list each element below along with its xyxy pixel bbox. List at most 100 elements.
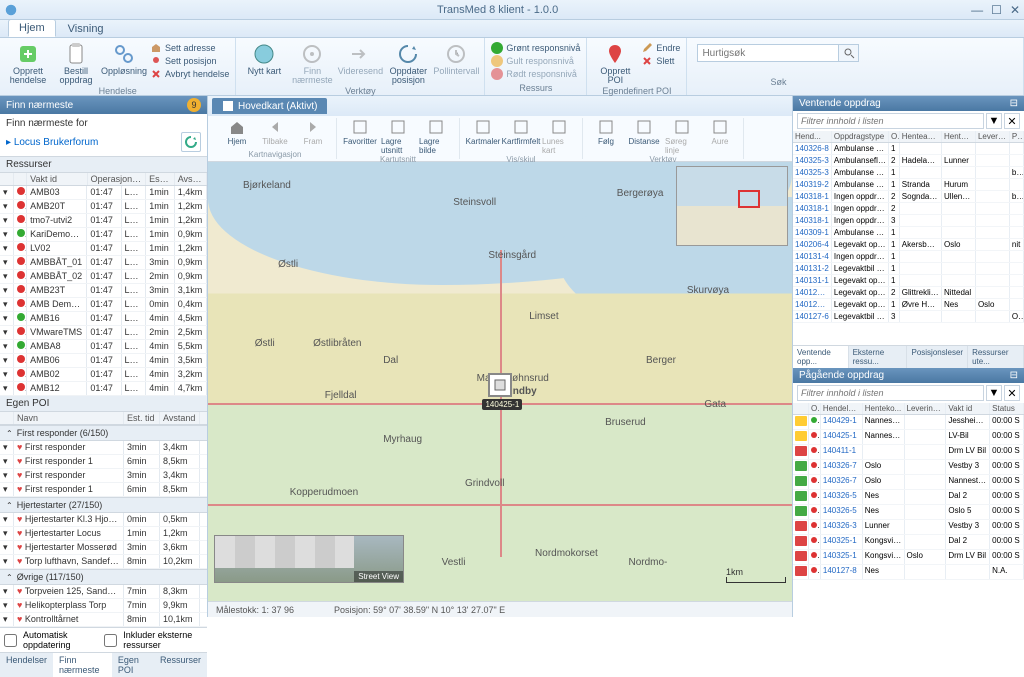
poi-section-header[interactable]: ⌃First responder (6/150): [0, 425, 207, 441]
subtab-posisjon[interactable]: Posisjonsleser: [907, 346, 968, 368]
map-tool-fram[interactable]: Fram: [296, 118, 330, 150]
map-tool-følg[interactable]: Følg: [589, 118, 623, 155]
pagaende-row[interactable]: 1 140411-1 Drm LV Bil00:00 S: [793, 445, 1024, 460]
ventende-row[interactable]: 140131-2Legevaktbil op...1: [793, 263, 1024, 275]
map-tool-søreg-linje[interactable]: Søreg linje: [665, 118, 699, 155]
pagaende-filter-input[interactable]: [797, 385, 984, 401]
ventende-row[interactable]: 140326-8Ambulanse op...1: [793, 143, 1024, 155]
map-marker[interactable]: [488, 373, 512, 397]
subtab-eksterne[interactable]: Eksterne ressu...: [849, 346, 908, 368]
map-tool-lagre-utsnitt[interactable]: Lagre utsnitt: [381, 118, 415, 155]
ressurs-row[interactable]: ▾ AMB23T 01:47 Ledig 3min 3,1km: [0, 284, 207, 298]
poi-row[interactable]: ▾ ♥ First responder 1 6min 8,5km: [0, 455, 207, 469]
pagaende-row[interactable]: 2 140326-5Nes Oslo 500:00 S: [793, 505, 1024, 520]
close-button[interactable]: ✕: [1010, 3, 1020, 17]
minimap[interactable]: [676, 166, 788, 246]
opplosning-button[interactable]: Oppløsning: [102, 40, 146, 86]
map-tool-lagre-bilde[interactable]: Lagre bilde: [419, 118, 453, 155]
poi-row[interactable]: ▾ ♥ First responder 1 6min 8,5km: [0, 483, 207, 497]
external-res-checkbox[interactable]: [104, 634, 117, 647]
gult-responsniva-button[interactable]: Gult responsnivå: [491, 55, 580, 67]
map-tool-lunes-kart[interactable]: Lunes kart: [542, 118, 576, 155]
ressurs-row[interactable]: ▾ LV02 01:47 Ledig 1min 1,2km: [0, 242, 207, 256]
pagaende-filter-button[interactable]: ▼: [986, 385, 1002, 401]
map-tab[interactable]: Hovedkart (Aktivt): [212, 98, 327, 114]
poi-row[interactable]: ▾ ♥ Hjertestarter Kl.3 Hjortnesamfi 0min…: [0, 513, 207, 527]
clear-filter-button[interactable]: ✕: [1004, 113, 1020, 129]
ventende-row[interactable]: 140325-3Ambulanse op...1 bnj: [793, 167, 1024, 179]
opprett-hendelse-button[interactable]: Opprett hendelse: [6, 40, 50, 86]
pagaende-row[interactable]: 1 140429-1Nannestad Jessheim 200:00 S: [793, 415, 1024, 430]
poi-row[interactable]: ▾ ♥ First responder 3min 3,4km: [0, 469, 207, 483]
subtab-ressurser-ute[interactable]: Ressurser ute...: [968, 346, 1024, 368]
maximize-button[interactable]: ☐: [991, 3, 1002, 17]
tab-finn-naermeste[interactable]: Finn nærmeste: [53, 653, 112, 677]
ventende-row[interactable]: 140131-1Legevakt oppd...1: [793, 275, 1024, 287]
ressurs-row[interactable]: ▾ AMB20T 01:47 Ledig 1min 1,2km: [0, 200, 207, 214]
pagaende-row[interactable]: 1 140326-5Nes Dal 200:00 S: [793, 490, 1024, 505]
ressurs-row[interactable]: ▾ AMBBÅT_02 01:47 Ledig 2min 0,9km: [0, 270, 207, 284]
ventende-row[interactable]: 140318-1Ingen oppdrag...2: [793, 203, 1024, 215]
ventende-row[interactable]: 140131-4Ingen oppdrag...1: [793, 251, 1024, 263]
refresh-button[interactable]: [181, 132, 201, 152]
ventende-row[interactable]: 140127-...Legevakt oppd...1 Øvre Haga...…: [793, 299, 1024, 311]
ressurs-row[interactable]: ▾ AMB12 01:47 Ledig 4min 4,7km: [0, 382, 207, 396]
ventende-filter-input[interactable]: [797, 113, 984, 129]
finn-link[interactable]: ▸ Locus Brukerforum: [6, 137, 98, 148]
map-tool-aure[interactable]: Aure: [703, 118, 737, 155]
ressurs-row[interactable]: ▾ AMB02 01:47 Ledig 4min 3,2km: [0, 368, 207, 382]
streetview-thumbnail[interactable]: Street View: [214, 535, 404, 583]
poi-row[interactable]: ▾ ♥ Hjertestarter Mosserød 3min 3,6km: [0, 541, 207, 555]
endre-poi-button[interactable]: Endre: [641, 42, 680, 54]
map-tool-favoritter[interactable]: Favoritter: [343, 118, 377, 155]
tab-hendelser[interactable]: Hendelser: [0, 653, 53, 677]
tab-visning[interactable]: Visning: [58, 21, 114, 37]
map-tool-hjem[interactable]: Hjem: [220, 118, 254, 150]
oppdater-posisjon-button[interactable]: Oppdater posisjon: [386, 40, 430, 86]
map-tool-tilbake[interactable]: Tilbake: [258, 118, 292, 150]
slett-poi-button[interactable]: Slett: [641, 55, 680, 67]
auto-update-checkbox[interactable]: [4, 634, 17, 647]
pagaende-row[interactable]: 2 140325-1KongsvingerOslo Drm LV Bil00:0…: [793, 550, 1024, 565]
ressurs-row[interactable]: ▾ AMBBÅT_01 01:47 Ledig 3min 0,9km: [0, 256, 207, 270]
pagaende-clear-button[interactable]: ✕: [1004, 385, 1020, 401]
ressurs-row[interactable]: ▾ AMBA8 01:47 Ledig 4min 5,5km: [0, 340, 207, 354]
poi-section-header[interactable]: ⌃Øvrige (117/150): [0, 569, 207, 585]
bestill-oppdrag-button[interactable]: Bestill oppdrag: [54, 40, 98, 86]
ventende-row[interactable]: 140318-1Ingen oppdrag...2 Sogndalsv...Ul…: [793, 191, 1024, 203]
map-tool-distanse[interactable]: Distanse: [627, 118, 661, 155]
ventende-row[interactable]: 140319-2Ambulanse op...1 StrandaHurum: [793, 179, 1024, 191]
tab-ressurser[interactable]: Ressurser: [154, 653, 207, 677]
videresend-button[interactable]: Videresend: [338, 40, 382, 86]
poi-row[interactable]: ▾ ♥ Torpveien 125, Sandefjord 7min 8,3km: [0, 585, 207, 599]
pollintervall-button[interactable]: Pollintervall: [434, 40, 478, 86]
ressurs-row[interactable]: ▾ KariDemoKoffert 01:47 Ledig 1min 0,9km: [0, 228, 207, 242]
opprett-poi-button[interactable]: Opprett POI: [593, 40, 637, 86]
pagaende-row[interactable]: 2 140127-8Nes N.A.: [793, 565, 1024, 580]
poi-row[interactable]: ▾ ♥ Hjertestarter Locus 1min 1,2km: [0, 527, 207, 541]
poi-row[interactable]: ▾ ♥ First responder 3min 3,4km: [0, 441, 207, 455]
tab-hjem[interactable]: Hjem: [8, 19, 56, 37]
ressurs-row[interactable]: ▾ AMB03 01:47 Ledig 1min 1,4km: [0, 186, 207, 200]
pagaende-row[interactable]: 1 140325-1Kongsvinger Dal 200:00 S: [793, 535, 1024, 550]
filter-button[interactable]: ▼: [986, 113, 1002, 129]
poi-row[interactable]: ▾ ♥ Kontrolltårnet 8min 10,1km: [0, 613, 207, 627]
search-button[interactable]: [839, 44, 859, 62]
pagaende-row[interactable]: 2 140326-7Oslo Nannestad 100:00 S: [793, 475, 1024, 490]
search-input[interactable]: [697, 44, 839, 62]
nytt-kart-button[interactable]: Nytt kart: [242, 40, 286, 86]
poi-row[interactable]: ▾ ♥ Helikopterplass Torp 7min 9,9km: [0, 599, 207, 613]
pagaende-row[interactable]: 1 140326-3Lunner Vestby 300:00 S: [793, 520, 1024, 535]
ressurs-row[interactable]: ▾ VMwareTMS 01:47 Ledig 2min 2,5km: [0, 326, 207, 340]
poi-section-header[interactable]: ⌃Hjertestarter (27/150): [0, 497, 207, 513]
rodt-responsniva-button[interactable]: Rødt responsnivå: [491, 68, 580, 80]
ventende-row[interactable]: 140318-1Ingen oppdrag...3: [793, 215, 1024, 227]
ventende-row[interactable]: 140309-1Ambulanse op...1: [793, 227, 1024, 239]
sett-posisjon-button[interactable]: Sett posisjon: [150, 55, 229, 67]
sett-adresse-button[interactable]: Sett adresse: [150, 42, 229, 54]
gront-responsniva-button[interactable]: Grønt responsnivå: [491, 42, 580, 54]
ventende-row[interactable]: 140206-4Legevakt oppd...1 Akersbakk...Os…: [793, 239, 1024, 251]
pagaende-row[interactable]: 2 140425-1Nannestad LV-Bil00:00 S: [793, 430, 1024, 445]
ressurs-row[interactable]: ▾ tmo7-utvi2 01:47 Ledig 1min 1,2km: [0, 214, 207, 228]
subtab-ventende[interactable]: Ventende opp...: [793, 346, 849, 368]
